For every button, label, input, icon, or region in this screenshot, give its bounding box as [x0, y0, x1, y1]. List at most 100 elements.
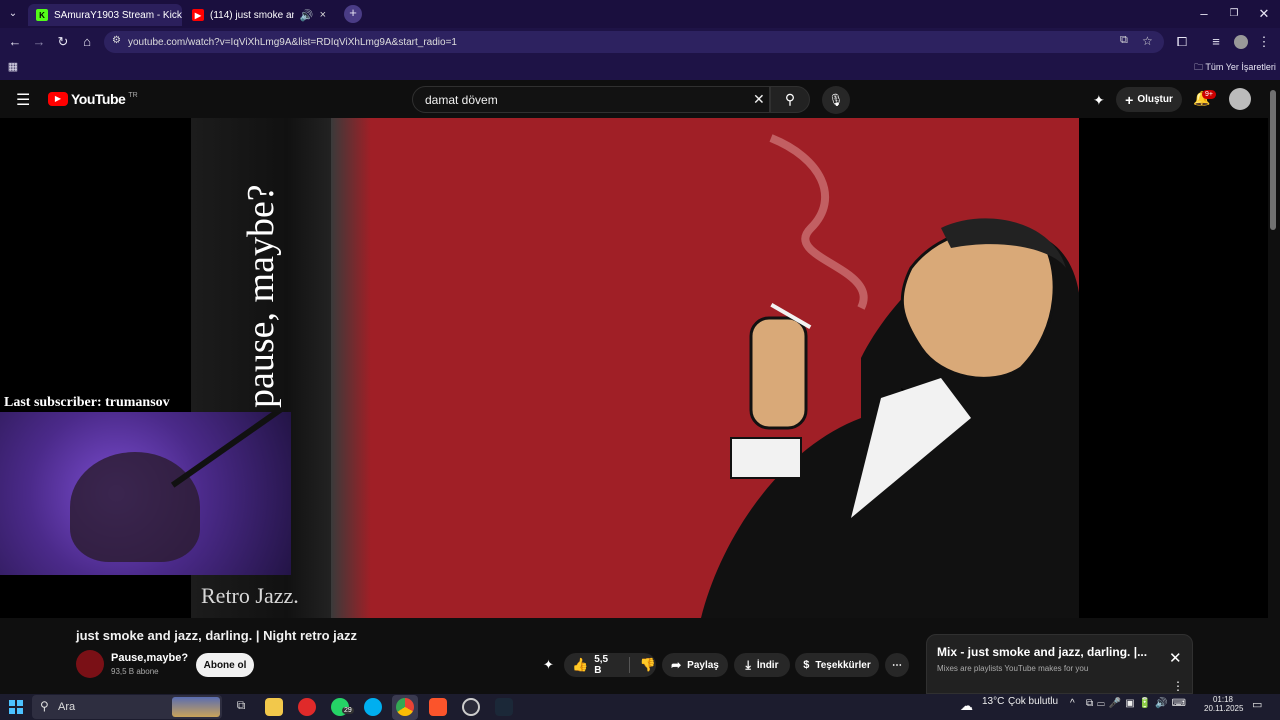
logo-region: TR [128, 91, 138, 99]
close-icon[interactable]: ✕ [1169, 649, 1182, 667]
skype-icon[interactable] [364, 698, 382, 716]
download-icon: ⤓ [745, 657, 751, 672]
mic-arm [170, 412, 290, 488]
clock[interactable]: 01:18 20.11.2025 [1204, 695, 1244, 713]
steam-icon[interactable] [495, 698, 513, 716]
profile-avatar[interactable] [1234, 35, 1248, 49]
install-icon[interactable]: ⧉ [1120, 34, 1128, 47]
address-bar[interactable]: ⚙ youtube.com/watch?v=IqViXhLmg9A&list=R… [104, 31, 1164, 53]
artwork-caption: Retro Jazz. [201, 583, 299, 608]
site-info-icon[interactable]: ⚙ [112, 35, 121, 46]
forward-icon[interactable]: → [31, 34, 47, 50]
windows-start-icon[interactable] [9, 700, 23, 714]
url-text: youtube.com/watch?v=IqViXhLmg9A&list=RDI… [128, 36, 457, 48]
like-dislike-group: 👍 5,5 B 👎 [564, 653, 656, 677]
kick-icon: K [36, 9, 48, 21]
tab-youtube[interactable]: ▶ (114) just smoke and jazz, d 🔊 × [184, 4, 334, 26]
channel-avatar[interactable] [76, 650, 104, 678]
sparkle-icon[interactable]: ✦ [1093, 92, 1105, 109]
microphone-icon: 🎙 [828, 93, 844, 107]
tab-label: (114) just smoke and jazz, d [210, 9, 294, 21]
more-horizontal-icon: ⋯ [892, 659, 902, 671]
share-icon: ➦ [671, 658, 682, 672]
share-button[interactable]: ➦ Paylaş [662, 653, 728, 677]
file-explorer-icon[interactable] [265, 698, 283, 716]
divider [628, 657, 630, 673]
bookmark-star-icon[interactable]: ☆ [1142, 34, 1153, 48]
apps-grid-icon[interactable]: ▦ [6, 59, 20, 75]
thanks-button[interactable]: $ Teşekkürler [795, 653, 879, 677]
search-icon: ⚲ [784, 91, 796, 107]
brave-icon[interactable] [429, 698, 447, 716]
torn-edge [331, 118, 371, 618]
minimize-icon[interactable]: – [1196, 6, 1212, 22]
all-bookmarks[interactable]: 🗀 Tüm Yer İşaretleri [1194, 60, 1276, 76]
tab-kick[interactable]: K SAmuraY1903 Stream - Kick Da × [28, 4, 182, 26]
video-title: just smoke and jazz, darling. | Night re… [76, 628, 358, 643]
browser-chrome: ⌄ K SAmuraY1903 Stream - Kick Da × ▶ (11… [0, 0, 1280, 80]
new-tab-icon[interactable]: + [344, 5, 362, 23]
tab-search-chevron-icon[interactable]: ⌄ [6, 6, 20, 22]
more-actions-button[interactable]: ⋯ [885, 653, 909, 677]
tray-icons[interactable]: ⧉▭🎤▣🔋🔊⌨ [1086, 698, 1190, 709]
menu-dots-icon[interactable]: ⋮ [1256, 34, 1272, 50]
page-scrollbar[interactable] [1270, 90, 1276, 230]
chrome-icon[interactable] [396, 698, 414, 716]
channel-name[interactable]: Pause,maybe? [111, 652, 188, 664]
streamer-webcam [0, 412, 291, 575]
tray-chevron-icon[interactable]: ^ [1070, 698, 1075, 709]
thumbs-up-icon[interactable]: 👍 [572, 657, 588, 673]
taskbar-search[interactable]: ⚲ Ara [32, 695, 222, 719]
search-input[interactable]: damat dövem ✕ [412, 86, 770, 113]
search-icon: ⚲ [40, 699, 49, 713]
clear-icon[interactable]: ✕ [753, 91, 765, 108]
back-icon[interactable]: ← [7, 34, 23, 50]
like-count[interactable]: 5,5 B [594, 654, 617, 676]
account-avatar[interactable] [1229, 88, 1251, 110]
download-button[interactable]: ⤓ İndir [734, 653, 790, 677]
restore-icon[interactable]: ❐ [1226, 6, 1242, 22]
search-button[interactable]: ⚲ [770, 86, 810, 113]
weather-temp[interactable]: 13°C [982, 696, 1004, 707]
weather-cloud-icon: ☁ [960, 698, 973, 713]
youtube-icon: ▶ [192, 9, 204, 21]
weather-description[interactable]: Çok bulutlu [1008, 696, 1058, 707]
notification-badge: 9+ [1202, 90, 1216, 99]
window-close-icon[interactable]: ✕ [1256, 6, 1272, 22]
extensions-icon[interactable]: ⧠ [1174, 34, 1190, 50]
taskbar-search-label: Ara [58, 701, 76, 713]
create-button[interactable]: + Oluştur [1116, 87, 1182, 112]
bookmarks-label: Tüm Yer İşaretleri [1205, 62, 1276, 72]
thanks-icon: $ [803, 659, 810, 671]
menu-dots-icon[interactable]: ⋮ [1172, 679, 1184, 693]
stream-overlay-last-subscriber: Last subscriber: trumansov [4, 395, 170, 410]
notification-center-icon[interactable]: ▭ [1252, 698, 1262, 711]
thumbs-down-icon[interactable]: 👎 [640, 657, 656, 673]
thanks-label: Teşekkürler [815, 659, 871, 671]
home-icon[interactable]: ⌂ [79, 34, 95, 50]
hamburger-menu-icon[interactable]: ☰ [16, 90, 30, 110]
streamer-silhouette [70, 452, 200, 562]
ask-sparkle-icon[interactable]: ✦ [543, 657, 554, 673]
whatsapp-badge: 29 [342, 707, 354, 714]
media-control-icon[interactable]: ≡ [1208, 34, 1224, 50]
mix-subtitle: Mixes are playlists YouTube makes for yo… [937, 664, 1089, 673]
reload-icon[interactable]: ↻ [55, 34, 71, 50]
subscribe-button[interactable]: Abone ol [196, 653, 254, 677]
download-label: İndir [756, 659, 779, 671]
obs-icon[interactable] [462, 698, 480, 716]
clock-date: 20.11.2025 [1204, 704, 1244, 713]
youtube-logo[interactable]: ▶ YouTube TR [48, 91, 138, 107]
video-frame[interactable]: pause, maybe? Retro Jazz. [191, 118, 1079, 618]
close-icon[interactable]: × [320, 9, 326, 21]
task-view-icon[interactable]: ⧉ [232, 698, 250, 716]
plus-icon: + [1125, 91, 1134, 108]
subscriber-count: 93,5 B abone [111, 667, 159, 676]
speaker-icon[interactable]: 🔊 [300, 9, 314, 22]
opera-icon[interactable] [298, 698, 316, 716]
bookmarks-bar: ▦ 🗀 Tüm Yer İşaretleri [0, 56, 1280, 78]
mix-title[interactable]: Mix - just smoke and jazz, darling. |... [937, 645, 1157, 659]
voice-search-button[interactable]: 🎙 [822, 86, 850, 114]
clock-time: 01:18 [1212, 695, 1234, 704]
tab-label: SAmuraY1903 Stream - Kick Da [54, 9, 182, 21]
